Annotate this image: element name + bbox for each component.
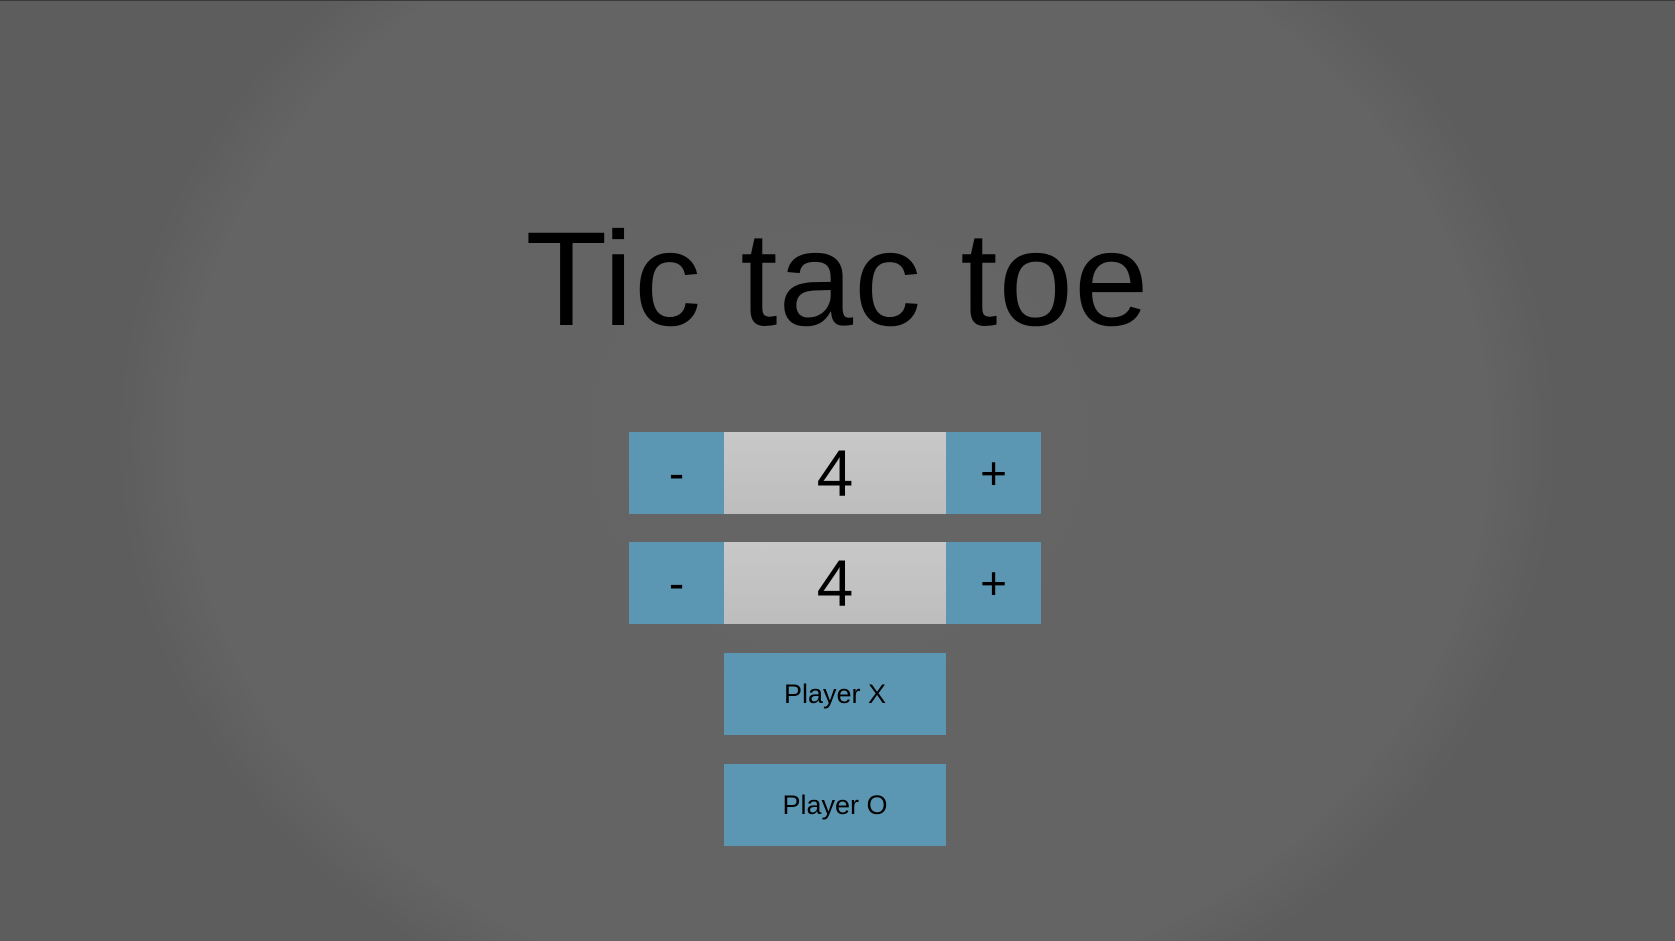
decrement-button[interactable]: -	[629, 542, 724, 624]
board-size-stepper-1: - 4 +	[629, 432, 1041, 514]
top-border	[0, 0, 1675, 1]
board-size-stepper-2: - 4 +	[629, 542, 1041, 624]
stepper-value: 4	[724, 542, 946, 624]
increment-button[interactable]: +	[946, 432, 1041, 514]
player-o-button[interactable]: Player O	[724, 764, 946, 846]
player-x-button[interactable]: Player X	[724, 653, 946, 735]
stepper-value: 4	[724, 432, 946, 514]
game-title: Tic tac toe	[525, 205, 1150, 354]
decrement-button[interactable]: -	[629, 432, 724, 514]
increment-button[interactable]: +	[946, 542, 1041, 624]
